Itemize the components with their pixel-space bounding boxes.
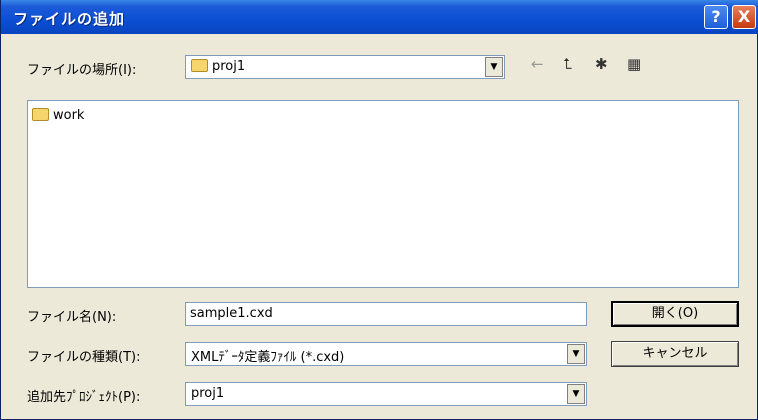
up-folder-icon[interactable]: ⮤ (563, 55, 572, 73)
close-button[interactable]: X (732, 5, 756, 29)
folder-icon (191, 59, 208, 72)
target-project-select[interactable]: proj1 ▼ (185, 382, 587, 406)
file-list[interactable]: work (27, 100, 739, 288)
back-icon[interactable]: ← (531, 55, 544, 73)
file-name-label: ファイル名(N): (27, 310, 117, 325)
file-type-select[interactable]: XMLﾃﾞｰﾀ定義ﾌｧｲﾙ (*.cxd) ▼ (185, 342, 587, 366)
look-in-label: ファイルの場所(I): (27, 63, 137, 78)
folder-icon (32, 108, 49, 121)
list-item[interactable]: work (32, 108, 84, 123)
look-in-value: proj1 (191, 59, 245, 74)
view-menu-icon[interactable]: ▦ (627, 55, 641, 73)
look-in-select[interactable]: proj1 ▼ (185, 55, 505, 79)
dialog-title: ファイルの追加 (13, 10, 126, 28)
help-button[interactable]: ? (704, 5, 728, 29)
new-folder-icon[interactable]: ✱ (595, 55, 608, 73)
open-button[interactable]: 開く(O) (611, 301, 739, 327)
chevron-down-icon[interactable]: ▼ (567, 384, 585, 404)
cancel-button[interactable]: キャンセル (611, 341, 739, 367)
target-project-label: 追加先ﾌﾟﾛｼﾞｪｸﾄ(P): (27, 390, 141, 405)
chevron-down-icon[interactable]: ▼ (485, 57, 503, 77)
chevron-down-icon[interactable]: ▼ (567, 344, 585, 364)
file-name-input[interactable]: sample1.cxd (185, 302, 587, 326)
list-item-label: work (53, 108, 85, 123)
file-type-label: ファイルの種類(T): (27, 350, 141, 365)
add-file-dialog: ファイルの追加 ? X ファイルの場所(I): proj1 ▼ ← ⮤ ✱ ▦ … (0, 0, 758, 420)
title-bar: ファイルの追加 ? X (1, 0, 758, 34)
